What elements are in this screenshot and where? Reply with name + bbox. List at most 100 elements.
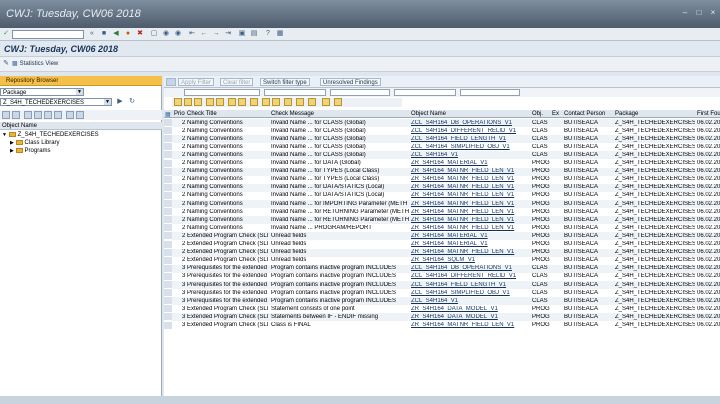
row-selector[interactable] — [164, 191, 172, 200]
cell-obj[interactable]: ZR_S4H164_MATNR_FIELD_LEN_V1 — [411, 176, 529, 182]
tree-item-root[interactable]: ▼ Z_S4H_TECHEDEXERCISES — [2, 132, 99, 138]
info-icon[interactable] — [296, 98, 304, 106]
row-selector[interactable] — [164, 281, 172, 290]
previous-page-icon[interactable]: ← — [200, 30, 208, 38]
row-selector[interactable] — [164, 151, 172, 160]
details-grid-icon[interactable] — [174, 98, 182, 106]
table-row[interactable]: 2 Extended Program Check (SLI Unread field… — [164, 240, 720, 249]
help-icon[interactable]: ? — [264, 30, 272, 38]
column-check-message[interactable]: Check Message — [271, 111, 409, 117]
cell-obj[interactable]: ZR_S4H164_MATNR_FIELD_LEN_V1 — [411, 201, 529, 207]
find-grid-icon[interactable] — [206, 98, 214, 106]
cell-obj[interactable]: ZCL_S4H164_V1 — [411, 152, 529, 158]
switch-filter-type-button[interactable]: Switch filter type — [260, 78, 310, 86]
refresh-icon[interactable]: ↻ — [128, 98, 136, 106]
row-selector[interactable] — [164, 224, 172, 233]
cell-obj[interactable]: ZCL_S4H164_SIMPLIFIED_OBJ_V1 — [411, 144, 529, 150]
row-selector[interactable] — [164, 167, 172, 176]
table-row[interactable]: 2 Naming Conventions Invalid Name ... for … — [164, 167, 720, 176]
table-row[interactable]: 3 Extended Program Check (SLI Class is FIN… — [164, 321, 720, 330]
filter-grid-icon[interactable] — [216, 98, 224, 106]
command-field[interactable] — [12, 30, 84, 39]
cell-obj[interactable]: ZCL_S4H164_DIFFERENT_RELID_V1 — [411, 128, 529, 134]
column-first-found[interactable]: First Fou — [697, 111, 720, 117]
cell-obj[interactable]: ZR_S4H164_MATNR_FIELD_LEN_V1 — [411, 249, 529, 255]
exit-icon[interactable]: ● — [124, 30, 132, 38]
column-contact-person[interactable]: Contact Person — [564, 111, 612, 117]
row-selector[interactable] — [164, 127, 172, 136]
row-selector[interactable] — [164, 216, 172, 225]
details-icon[interactable] — [166, 78, 176, 86]
table-row[interactable]: 2 Naming Conventions Invalid Name ... for … — [164, 200, 720, 209]
collapsed-triangle-icon[interactable]: ▶ — [10, 140, 14, 146]
row-selector[interactable] — [164, 232, 172, 241]
table-row[interactable]: 2 Naming Conventions Invalid Name ... for … — [164, 191, 720, 200]
table-row[interactable]: 3 Prerequisites for the extended Program c… — [164, 289, 720, 298]
unresolved-findings-button[interactable]: Unresolved Findings — [320, 78, 381, 86]
layout-menu-icon[interactable]: ▦ — [276, 30, 284, 38]
export-icon[interactable] — [272, 98, 280, 106]
tree-item-programs[interactable]: ▶ Programs — [10, 148, 51, 154]
back-history-icon[interactable]: « — [88, 30, 96, 38]
column-prio[interactable]: Prio — [174, 111, 185, 117]
table-row[interactable]: 2 Naming Conventions Invalid Name ... for … — [164, 159, 720, 168]
print-icon[interactable]: ▢ — [150, 30, 158, 38]
back-icon[interactable]: ◀ — [112, 30, 120, 38]
value-help-icon[interactable]: ▼ — [104, 99, 111, 105]
object-type-select[interactable]: Package ▼ — [0, 88, 84, 96]
table-row[interactable]: 2 Naming Conventions Invalid Name ... for … — [164, 127, 720, 136]
table-row[interactable]: 2 Extended Program Check (SLI Unread field… — [164, 248, 720, 257]
back-tree-icon[interactable] — [2, 111, 10, 119]
table-row[interactable]: 2 Naming Conventions Invalid Name ... PROG… — [164, 224, 720, 233]
filter-field-1[interactable] — [184, 89, 260, 96]
row-selector[interactable] — [164, 208, 172, 217]
package-input[interactable]: Z_S4H_TECHEDEXERCISES ▼ — [0, 98, 112, 106]
settings-icon[interactable] — [308, 98, 316, 106]
cell-obj[interactable]: ZR_S4H164_MATERIAL_V1 — [411, 241, 529, 247]
filter-field-5[interactable] — [460, 89, 520, 96]
table-row[interactable]: 2 Extended Program Check (SLI Unread field… — [164, 232, 720, 241]
close-icon[interactable]: × — [708, 8, 718, 17]
cell-obj[interactable]: ZCL_S4H164_SIMPLIFIED_OBJ_V1 — [411, 290, 529, 296]
cell-obj[interactable]: ZR_S4H164_MATNR_FIELD_LEN_V1 — [411, 184, 529, 190]
row-selector[interactable] — [164, 289, 172, 298]
row-selector[interactable] — [164, 135, 172, 144]
apply-filter-button[interactable]: Apply Filter — [178, 78, 215, 86]
cell-obj[interactable]: ZR_S4H164_DATA_MODEL_V1 — [411, 314, 529, 320]
cell-obj[interactable]: ZR_S4H164_MATNR_FIELD_LEN_V1 — [411, 225, 529, 231]
expand-icon[interactable] — [44, 111, 52, 119]
table-row[interactable]: 2 Naming Conventions Invalid Name ... for … — [164, 216, 720, 225]
green-check-icon[interactable]: ✓ — [2, 30, 10, 38]
find-icon[interactable]: ◉ — [162, 30, 170, 38]
row-selector[interactable] — [164, 321, 172, 330]
cell-obj[interactable]: ZR_S4H164_MATERIAL_V1 — [411, 233, 529, 239]
chevron-down-icon[interactable]: ▼ — [76, 89, 83, 95]
table-row[interactable]: 3 Extended Program Check (SLI Statements b… — [164, 313, 720, 322]
table-row[interactable]: 3 Prerequisites for the extended Program c… — [164, 272, 720, 281]
column-package[interactable]: Package — [615, 111, 695, 117]
table-row[interactable]: 2 Naming Conventions Invalid Name ... for … — [164, 151, 720, 160]
subtotal-icon[interactable] — [238, 98, 246, 106]
table-row[interactable]: 2 Naming Conventions Invalid Name ... for … — [164, 208, 720, 217]
row-selector[interactable] — [164, 313, 172, 322]
cell-obj[interactable]: ZR_S4H164_SQLM_V1 — [411, 257, 529, 263]
cell-obj[interactable]: ZCL_S4H164_FIELD_LENGTH_V1 — [411, 282, 529, 288]
display-change-icon[interactable]: ✎ — [2, 60, 10, 68]
column-object-type[interactable]: Obj. — [532, 111, 550, 117]
row-selector[interactable] — [164, 200, 172, 209]
total-icon[interactable] — [228, 98, 236, 106]
filter-field-4[interactable] — [394, 89, 456, 96]
new-session-icon[interactable]: ▣ — [238, 30, 246, 38]
table-row[interactable]: 2 Naming Conventions Invalid Name ... for … — [164, 135, 720, 144]
cell-obj[interactable]: ZCL_S4H164_DIFFERENT_RELID_V1 — [411, 273, 529, 279]
print-grid-icon[interactable] — [250, 98, 258, 106]
forward-tree-icon[interactable] — [12, 111, 20, 119]
cell-obj[interactable]: ZCL_S4H164_V1 — [411, 298, 529, 304]
row-selector[interactable] — [164, 256, 172, 265]
save-icon[interactable]: ■ — [100, 30, 108, 38]
table-row[interactable]: 2 Naming Conventions Invalid Name ... for … — [164, 143, 720, 152]
row-selector[interactable] — [164, 240, 172, 249]
first-page-icon[interactable]: ⇤ — [188, 30, 196, 38]
find-next-icon[interactable]: ◉ — [174, 30, 182, 38]
table-row[interactable]: 3 Prerequisites for the extended Program c… — [164, 281, 720, 290]
